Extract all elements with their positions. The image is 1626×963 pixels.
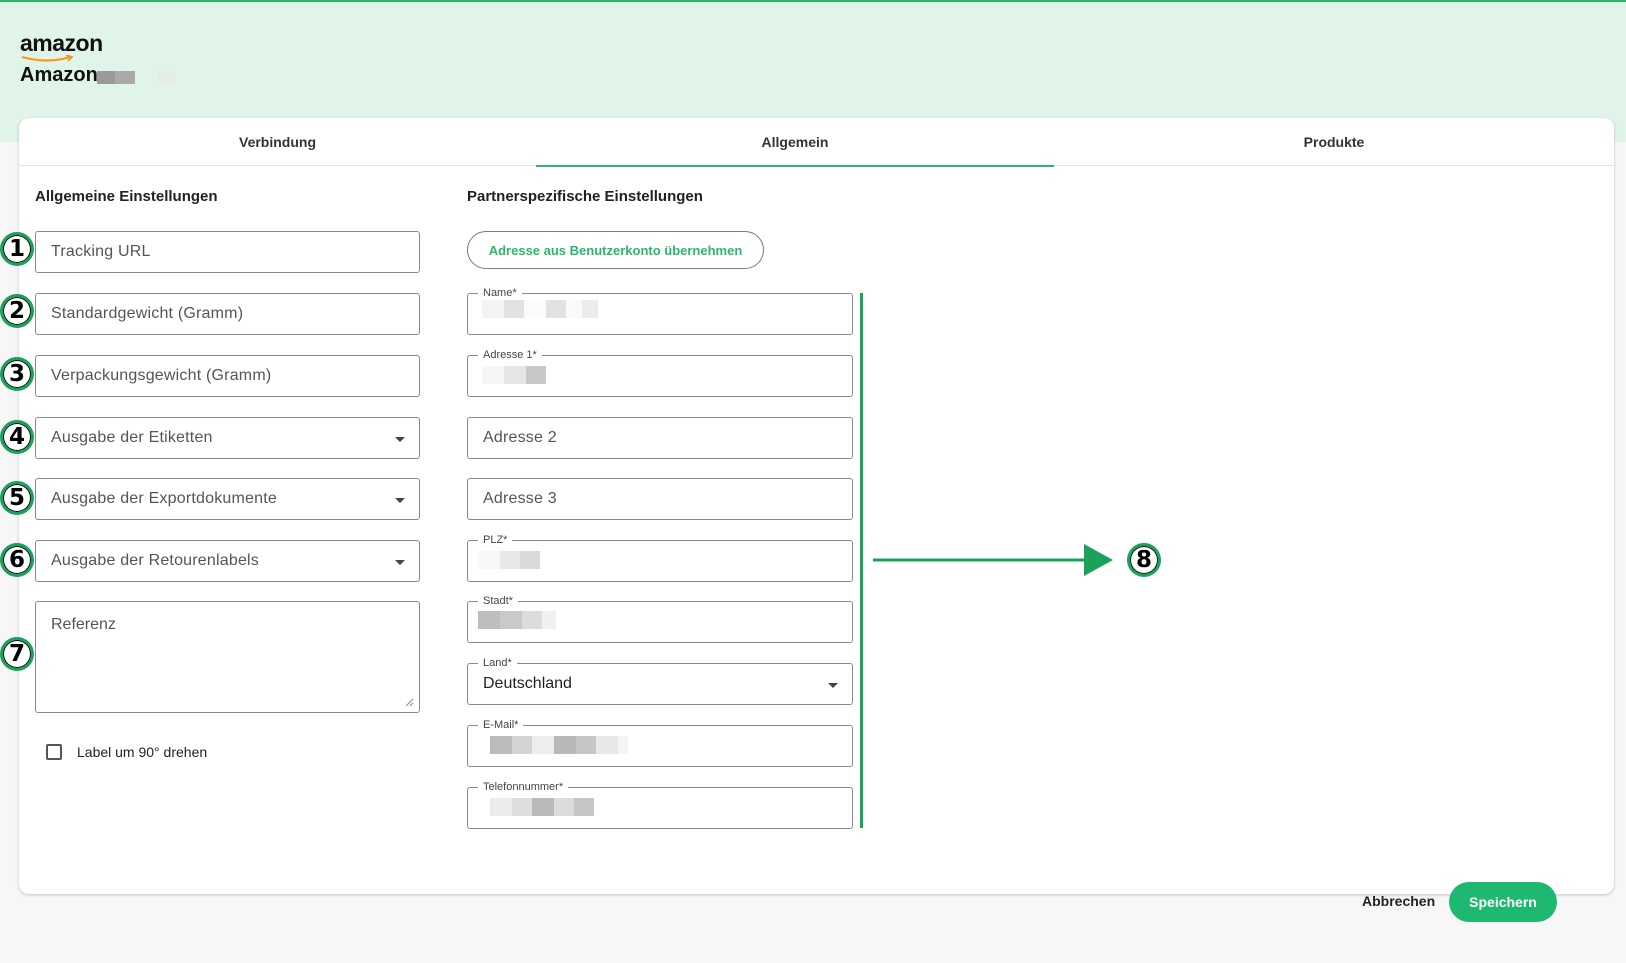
address1-label: Adresse 1* (478, 348, 542, 362)
annotation-badge-4: 4 (0, 420, 34, 454)
rotate-label-text: Label um 90° drehen (77, 744, 208, 760)
name-label: Name* (478, 286, 522, 300)
annotation-badge-6: 6 (0, 543, 34, 577)
address2-input[interactable]: Adresse 2 (467, 417, 853, 459)
partner-fields-bracket (860, 293, 863, 828)
redacted-value (482, 300, 598, 318)
name-input[interactable]: Name* (467, 286, 853, 335)
zip-input[interactable]: PLZ* (467, 533, 853, 582)
resize-grip-icon[interactable] (405, 698, 414, 707)
tab-allgemein[interactable]: Allgemein (536, 118, 1054, 167)
address3-input[interactable]: Adresse 3 (467, 478, 853, 520)
default-weight-input[interactable]: Standardgewicht (Gramm) (35, 293, 420, 335)
reference-textarea[interactable]: Referenz (35, 601, 420, 713)
caret-down-icon (395, 437, 405, 442)
rotate-label-checkbox[interactable] (46, 744, 62, 760)
export-docs-output-select[interactable]: Ausgabe der Exportdokumente (35, 478, 420, 520)
country-value: Deutschland (483, 675, 572, 692)
annotation-badge-7: 7 (0, 637, 34, 671)
tracking-url-input[interactable]: Tracking URL (35, 231, 420, 273)
phone-label: Telefonnummer* (478, 780, 569, 794)
save-button[interactable]: Speichern (1449, 882, 1557, 922)
address2-placeholder: Adresse 2 (483, 429, 557, 446)
redacted-value (482, 366, 546, 384)
phone-input[interactable]: Telefonnummer* (467, 780, 853, 829)
caret-down-icon (395, 498, 405, 503)
general-settings-title: Allgemeine Einstellungen (35, 188, 218, 205)
reference-placeholder: Referenz (51, 616, 116, 633)
annotation-badge-1: 1 (0, 232, 34, 266)
email-label: E-Mail* (478, 718, 524, 732)
return-labels-output-placeholder: Ausgabe der Retourenlabels (51, 552, 260, 569)
address1-input[interactable]: Adresse 1* (467, 348, 853, 397)
redacted-value (478, 611, 556, 629)
email-input[interactable]: E-Mail* (467, 718, 853, 767)
redacted-value (490, 798, 594, 816)
country-select[interactable]: Land* Deutschland (467, 656, 853, 705)
city-input[interactable]: Stadt* (467, 594, 853, 643)
tab-produkte[interactable]: Produkte (1054, 118, 1614, 166)
annotation-badge-5: 5 (0, 481, 34, 515)
annotation-badge-2: 2 (0, 294, 34, 328)
partner-settings-title: Partnerspezifische Einstellungen (467, 188, 703, 205)
return-labels-output-select[interactable]: Ausgabe der Retourenlabels (35, 540, 420, 582)
annotation-badge-3: 3 (0, 357, 34, 391)
amazon-smile-icon (21, 55, 74, 62)
page-title: Amazon (20, 64, 98, 86)
tab-bar: Verbindung Allgemein Produkte (19, 118, 1614, 167)
cancel-button[interactable]: Abbrechen (1362, 893, 1435, 909)
zip-label: PLZ* (478, 533, 513, 547)
copy-address-button[interactable]: Adresse aus Benutzerkonto übernehmen (467, 231, 764, 269)
settings-card: Verbindung Allgemein Produkte Allgemeine… (19, 118, 1614, 894)
label-output-placeholder: Ausgabe der Etiketten (51, 429, 213, 446)
address3-placeholder: Adresse 3 (483, 490, 557, 507)
label-output-select[interactable]: Ausgabe der Etiketten (35, 417, 420, 459)
city-label: Stadt* (478, 594, 518, 608)
caret-down-icon (395, 560, 405, 565)
tab-verbindung[interactable]: Verbindung (19, 118, 536, 166)
redacted-value (478, 551, 540, 569)
default-weight-placeholder: Standardgewicht (Gramm) (51, 305, 244, 322)
redacted-title-suffix (97, 71, 179, 84)
annotation-badge-8: 8 (1127, 543, 1161, 577)
caret-down-icon (828, 683, 838, 688)
packaging-weight-placeholder: Verpackungsgewicht (Gramm) (51, 367, 272, 384)
arrow-right-icon (873, 544, 1113, 576)
export-docs-output-placeholder: Ausgabe der Exportdokumente (51, 490, 277, 507)
packaging-weight-input[interactable]: Verpackungsgewicht (Gramm) (35, 355, 420, 397)
amazon-logo: amazon (20, 30, 103, 56)
tracking-url-placeholder: Tracking URL (51, 243, 151, 260)
redacted-value (490, 736, 628, 754)
